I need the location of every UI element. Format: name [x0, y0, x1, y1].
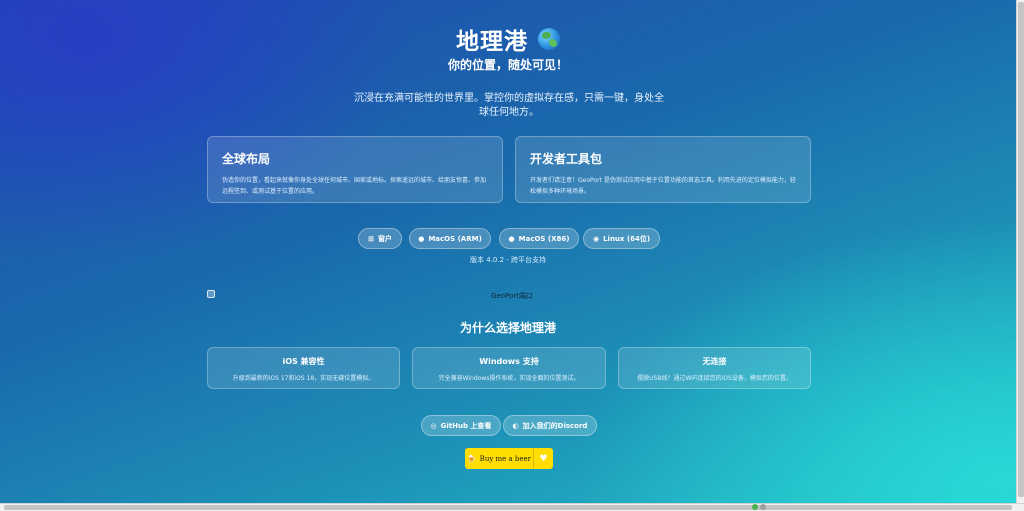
why-card-windows: Windows 支持 完全兼容Windows操作系统，实现全面的位置测试。 [412, 347, 606, 389]
landing-page: 地理港 你的位置，随处可见！ 沉浸在充满可能性的世界里。掌控你的虚拟存在感，只需… [0, 0, 1016, 503]
status-icon [760, 504, 766, 510]
github-button[interactable]: ◎ GitHub 上查看 [421, 415, 501, 436]
scrollbar-thumb[interactable] [1018, 2, 1024, 497]
image-alt-text: GeoPort端口 [491, 292, 533, 300]
linux-icon: ◉ [592, 234, 600, 243]
why-card-title: iOS 兼容性 [282, 357, 325, 366]
download-macos-x86-button[interactable]: ● MacOS (X86) [499, 228, 579, 249]
page-subtitle: 你的位置，随处可见！ [447, 58, 568, 72]
discord-button[interactable]: ◐ 加入我们的Discord [503, 415, 597, 436]
feature-card-global: 全球布局 伪造你的位置，看起来就像你身处全球任何城市、国家或地标。探索遥远的城市… [207, 136, 503, 203]
vertical-scrollbar[interactable] [1016, 0, 1024, 503]
page-description: 沉浸在充满可能性的世界里。掌控你的虚拟存在感，只需一键，身处全球任何地方。 [354, 93, 664, 118]
download-macos-arm-button[interactable]: ● MacOS (ARM) [409, 228, 491, 249]
version-text: 版本 4.0.2 - 跨平台支持 [469, 256, 546, 264]
title-row: 地理港 [0, 22, 1016, 56]
horizontal-scrollbar[interactable] [0, 503, 1024, 511]
feature-card-developer: 开发者工具包 开发者们请注意！GeoPort 是伪测试应用中基于位置功能的首选工… [515, 136, 811, 203]
tray-icons [752, 503, 772, 511]
feature-text: 开发者们请注意！GeoPort 是伪测试应用中基于位置功能的首选工具。利用先进的… [530, 177, 796, 195]
buy-me-a-beer-button[interactable]: 🍺 Buy me a beer ♥ [465, 448, 553, 469]
why-card-title: Windows 支持 [479, 357, 539, 366]
beer-icon: 🍺 [466, 454, 476, 463]
apple-icon: ● [508, 234, 515, 243]
download-label: MacOS (ARM) [428, 234, 482, 243]
social-label: 加入我们的Discord [522, 421, 588, 430]
page-title: 地理港 [456, 29, 528, 55]
why-card-title: 无连接 [702, 357, 727, 366]
feature-title: 开发者工具包 [530, 152, 603, 166]
coffee-label: Buy me a beer [479, 454, 532, 463]
download-label: 窗户 [377, 234, 392, 243]
why-card-text: 完全兼容Windows操作系统，实现全面的位置测试。 [438, 375, 580, 382]
download-linux-button[interactable]: ◉ Linux (64位) [583, 228, 660, 249]
why-card-text: 升级到最新的iOS 17和iOS 18，实现无缝位置模拟。 [232, 375, 375, 382]
why-card-wireless: 无连接 摆脱USB线！通过WiFi连接您的iOS设备，模拟您的位置。 [618, 347, 811, 389]
social-label: GitHub 上查看 [440, 421, 492, 430]
why-card-text: 摆脱USB线！通过WiFi连接您的iOS设备，模拟您的位置。 [637, 375, 792, 382]
globe-icon [538, 28, 560, 50]
download-windows-button[interactable]: ⊞ 窗户 [358, 228, 402, 249]
feature-title: 全球布局 [222, 152, 271, 166]
download-buttons: ⊞ 窗户 ● MacOS (ARM) ● MacOS (X86) ◉ Linux (64… [0, 228, 1016, 250]
wechat-icon [752, 504, 758, 510]
why-section-title: 为什么选择地理港 [459, 321, 556, 335]
feature-text: 伪造你的位置，看起来就像你身处全球任何城市、国家或地标。探索遥远的城市、给朋友惊… [222, 177, 487, 195]
why-card-ios: iOS 兼容性 升级到最新的iOS 17和iOS 18，实现无缝位置模拟。 [207, 347, 400, 389]
heart-icon: ♥ [533, 448, 553, 469]
apple-icon: ● [418, 234, 425, 243]
scrollbar-thumb[interactable] [4, 505, 1012, 510]
github-icon: ◎ [430, 421, 437, 430]
download-label: MacOS (X86) [518, 234, 570, 243]
windows-icon: ⊞ [368, 234, 374, 243]
discord-icon: ◐ [512, 421, 519, 430]
download-label: Linux (64位) [603, 234, 651, 243]
